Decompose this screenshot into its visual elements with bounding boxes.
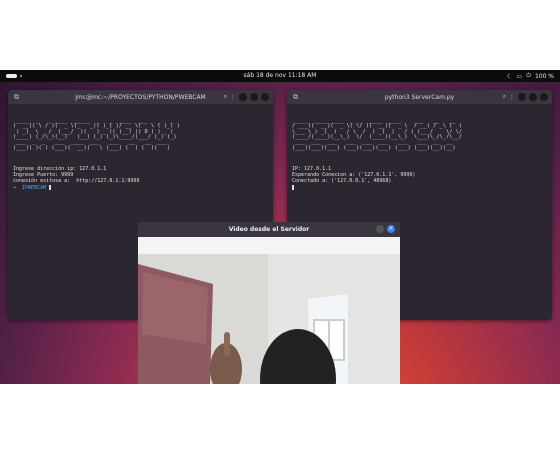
menu-icon[interactable]: ⋮ bbox=[509, 94, 515, 101]
webcam-image bbox=[138, 254, 400, 384]
maximize-button[interactable] bbox=[529, 93, 537, 101]
search-icon[interactable]: ⌕ bbox=[503, 93, 506, 101]
terminal-line: IP: 127.0.1.1 bbox=[292, 165, 332, 172]
text-cursor bbox=[292, 184, 294, 190]
power-icon: ⏻ bbox=[526, 72, 531, 79]
webcam-video-frame bbox=[138, 254, 400, 384]
ascii-banner: ____ ____ ____ _ _ ____ ____ ___ __ __ /… bbox=[292, 117, 463, 151]
close-button[interactable]: × bbox=[387, 225, 395, 233]
terminal-line: conexión exitosa a: http://127.0.1.1:999… bbox=[13, 178, 140, 185]
system-tray[interactable]: ☾ ▭ ⏻ 100 % bbox=[507, 72, 554, 80]
menu-icon[interactable]: ⋮ bbox=[230, 94, 236, 101]
text-cursor bbox=[49, 184, 52, 190]
ascii-banner: ____ _ _ ____ _____ _ _ ____ ___ _ _ ( _… bbox=[13, 117, 180, 151]
search-icon[interactable]: ⌕ bbox=[224, 93, 227, 101]
video-toolbar-area bbox=[138, 237, 400, 254]
left-terminal-header[interactable]: ⧉ jmc@mc:~/PROYECTOS/PYTHON/PWEBCAM ⌕ ⋮ bbox=[8, 90, 273, 104]
desktop: sáb 18 de nov 11:18 AM ☾ ▭ ⏻ 100 % ⧉ jmc… bbox=[0, 70, 560, 384]
terminal-line: Conectado a: ('127.0.0.1', 48968) bbox=[292, 178, 392, 185]
shell-prompt: ➜ IPWEBCAM bbox=[13, 184, 47, 191]
video-window-title: Video desde el Servidor bbox=[228, 226, 310, 233]
minimize-button[interactable] bbox=[239, 93, 247, 101]
top-bar: sáb 18 de nov 11:18 AM ☾ ▭ ⏻ 100 % bbox=[0, 70, 560, 82]
night-light-icon: ☾ bbox=[507, 72, 513, 80]
clock[interactable]: sáb 18 de nov 11:18 AM bbox=[0, 72, 560, 79]
right-terminal-header[interactable]: ⧉ python3 ServerCam.py ⌕ ⋮ bbox=[287, 90, 552, 104]
video-window-header[interactable]: Video desde el Servidor × bbox=[138, 222, 400, 237]
maximize-button[interactable] bbox=[250, 93, 258, 101]
close-button[interactable] bbox=[261, 93, 269, 101]
right-terminal-body[interactable]: ____ ____ ____ _ _ ____ ____ ___ __ __ /… bbox=[287, 104, 552, 200]
minimize-button[interactable] bbox=[518, 93, 526, 101]
display-icon: ▭ bbox=[516, 72, 523, 80]
terminal-line: Esperando Conexion a: ('127.0.1.1', 9999… bbox=[292, 172, 416, 179]
close-button[interactable] bbox=[540, 93, 548, 101]
left-terminal-body[interactable]: ____ _ _ ____ _____ _ _ ____ ___ _ _ ( _… bbox=[8, 104, 273, 200]
terminal-line: Ingrese dirección ip: 127.0.1.1 bbox=[13, 165, 107, 172]
minimize-button[interactable] bbox=[376, 225, 384, 233]
battery-label: 100 % bbox=[534, 72, 554, 80]
video-window[interactable]: Video desde el Servidor × bbox=[138, 222, 400, 384]
